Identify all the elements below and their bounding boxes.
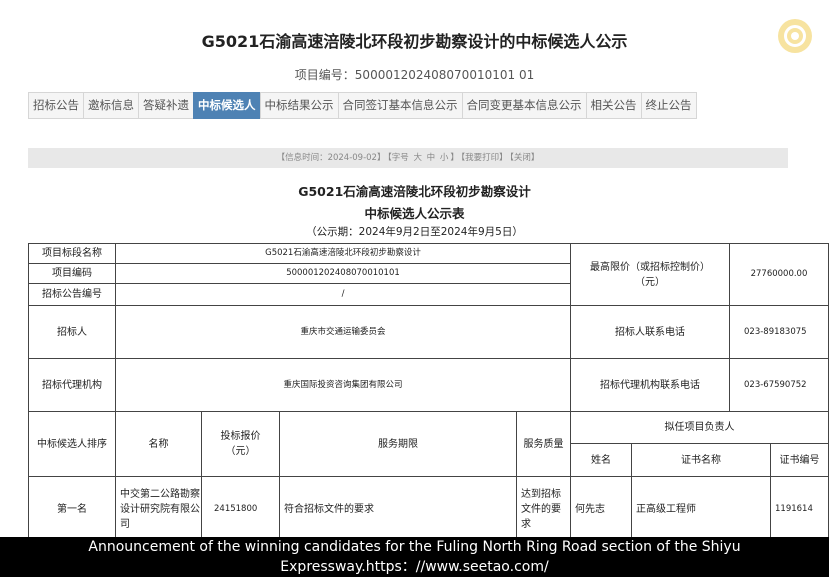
row1-rank: 第一名 [28, 476, 116, 543]
max-price-value: 27760000.00 [729, 243, 829, 306]
header-name: 名称 [115, 411, 202, 477]
section-name-value: G5021石渝高速涪陵北环段初步勘察设计 [115, 243, 571, 264]
section-name-label: 项目标段名称 [28, 243, 116, 264]
agency-phone-label: 招标代理机构联系电话 [570, 358, 730, 412]
tenderer-phone-value: 023-89183075 [729, 305, 829, 359]
project-number-value: 500001202408070010101 01 [354, 68, 535, 82]
project-number-label: 项目编号： [294, 68, 355, 82]
publicity-period: （公示期：2024年9月2日至2024年9月5日） [306, 226, 523, 238]
project-code-value: 500001202408070010101 [115, 263, 571, 284]
tab-qa-addendum[interactable]: 答疑补遗 [138, 92, 193, 119]
tenderer-value: 重庆市交通运输委员会 [115, 305, 571, 359]
caption-line1: Announcement of the winning candidates f… [88, 539, 741, 555]
info-date: 【信息时间：2024-09-02】 [276, 153, 386, 163]
notice-number-value: / [115, 283, 571, 306]
header-service-period: 服务期限 [279, 411, 517, 477]
header-bid-price: 投标报价（元） [201, 411, 280, 477]
agency-value: 重庆国际投资咨询集团有限公司 [115, 358, 571, 412]
document-subtitle: 中标候选人公示表 [364, 206, 465, 221]
candidate-table: 项目标段名称 G5021石渝高速涪陵北环段初步勘察设计 项目编码 5000012… [28, 243, 829, 543]
tenderer-phone-label: 招标人联系电话 [570, 305, 730, 359]
header-service-quality: 服务质量 [516, 411, 571, 477]
font-size-small-link[interactable]: 小 [440, 153, 449, 163]
tenderer-label: 招标人 [28, 305, 116, 359]
tab-related-announcements[interactable]: 相关公告 [585, 92, 641, 119]
row1-name: 中交第二公路勘察设计研究院有限公司 [115, 476, 202, 543]
tab-contract-signing-info[interactable]: 合同签订基本信息公示 [337, 92, 462, 119]
row1-cert-name: 正高级工程师 [631, 476, 771, 543]
tab-tender-announcement[interactable]: 招标公告 [28, 92, 83, 119]
tab-invitation-info[interactable]: 邀标信息 [83, 92, 138, 119]
info-bar: 【信息时间：2024-09-02】 【字号 大 中 小】【我要打印】 【关闭】 [28, 148, 788, 168]
tab-termination-announcement[interactable]: 终止公告 [640, 92, 697, 119]
header-project-leader: 拟任项目负责人 [570, 411, 829, 444]
page-title: G5021石渝高速涪陵北环段初步勘察设计的中标候选人公示 [201, 32, 628, 51]
tab-award-result[interactable]: 中标结果公示 [259, 92, 338, 119]
max-price-label: 最高限价（或招标控制价）（元） [570, 243, 730, 306]
agency-label: 招标代理机构 [28, 358, 116, 412]
caption-bar: Announcement of the winning candidates f… [0, 537, 829, 577]
row1-cert-no: 1191614 [770, 476, 829, 543]
caption-line2: Expressway.https：//www.seetao.com/ [280, 559, 549, 575]
header-rank: 中标候选人排序 [28, 411, 116, 477]
header-cert-name: 证书名称 [631, 443, 771, 477]
close-link[interactable]: 【关闭】 [510, 153, 540, 163]
font-size-large-link[interactable]: 大 [413, 153, 422, 163]
row1-bid-price: 24151800 [201, 476, 280, 543]
header-leader-name: 姓名 [570, 443, 632, 477]
project-code-label: 项目编码 [28, 263, 116, 284]
font-size-suffix: 】 [450, 153, 459, 163]
tab-contract-change-info[interactable]: 合同变更基本信息公示 [461, 92, 586, 119]
notice-number-label: 招标公告编号 [28, 283, 116, 306]
header-cert-no: 证书编号 [770, 443, 829, 477]
row1-service-period: 符合招标文件的要求 [279, 476, 517, 543]
agency-phone-value: 023-67590752 [729, 358, 829, 412]
announcement-tabs: 招标公告 邀标信息 答疑补遗 中标候选人 中标结果公示 合同签订基本信息公示 合… [28, 92, 697, 119]
row1-leader-name: 何先志 [570, 476, 632, 543]
font-size-medium-link[interactable]: 中 [427, 153, 436, 163]
project-number: 项目编号：500001202408070010101 01 [0, 66, 829, 83]
document-title: G5021石渝高速涪陵北环段初步勘察设计 [298, 184, 531, 199]
tab-winning-candidates[interactable]: 中标候选人 [193, 92, 260, 119]
print-link[interactable]: 【我要打印】 [461, 153, 508, 163]
font-size-prefix: 【字号 [387, 153, 409, 163]
row1-service-quality: 达到招标文件的要求 [516, 476, 571, 543]
